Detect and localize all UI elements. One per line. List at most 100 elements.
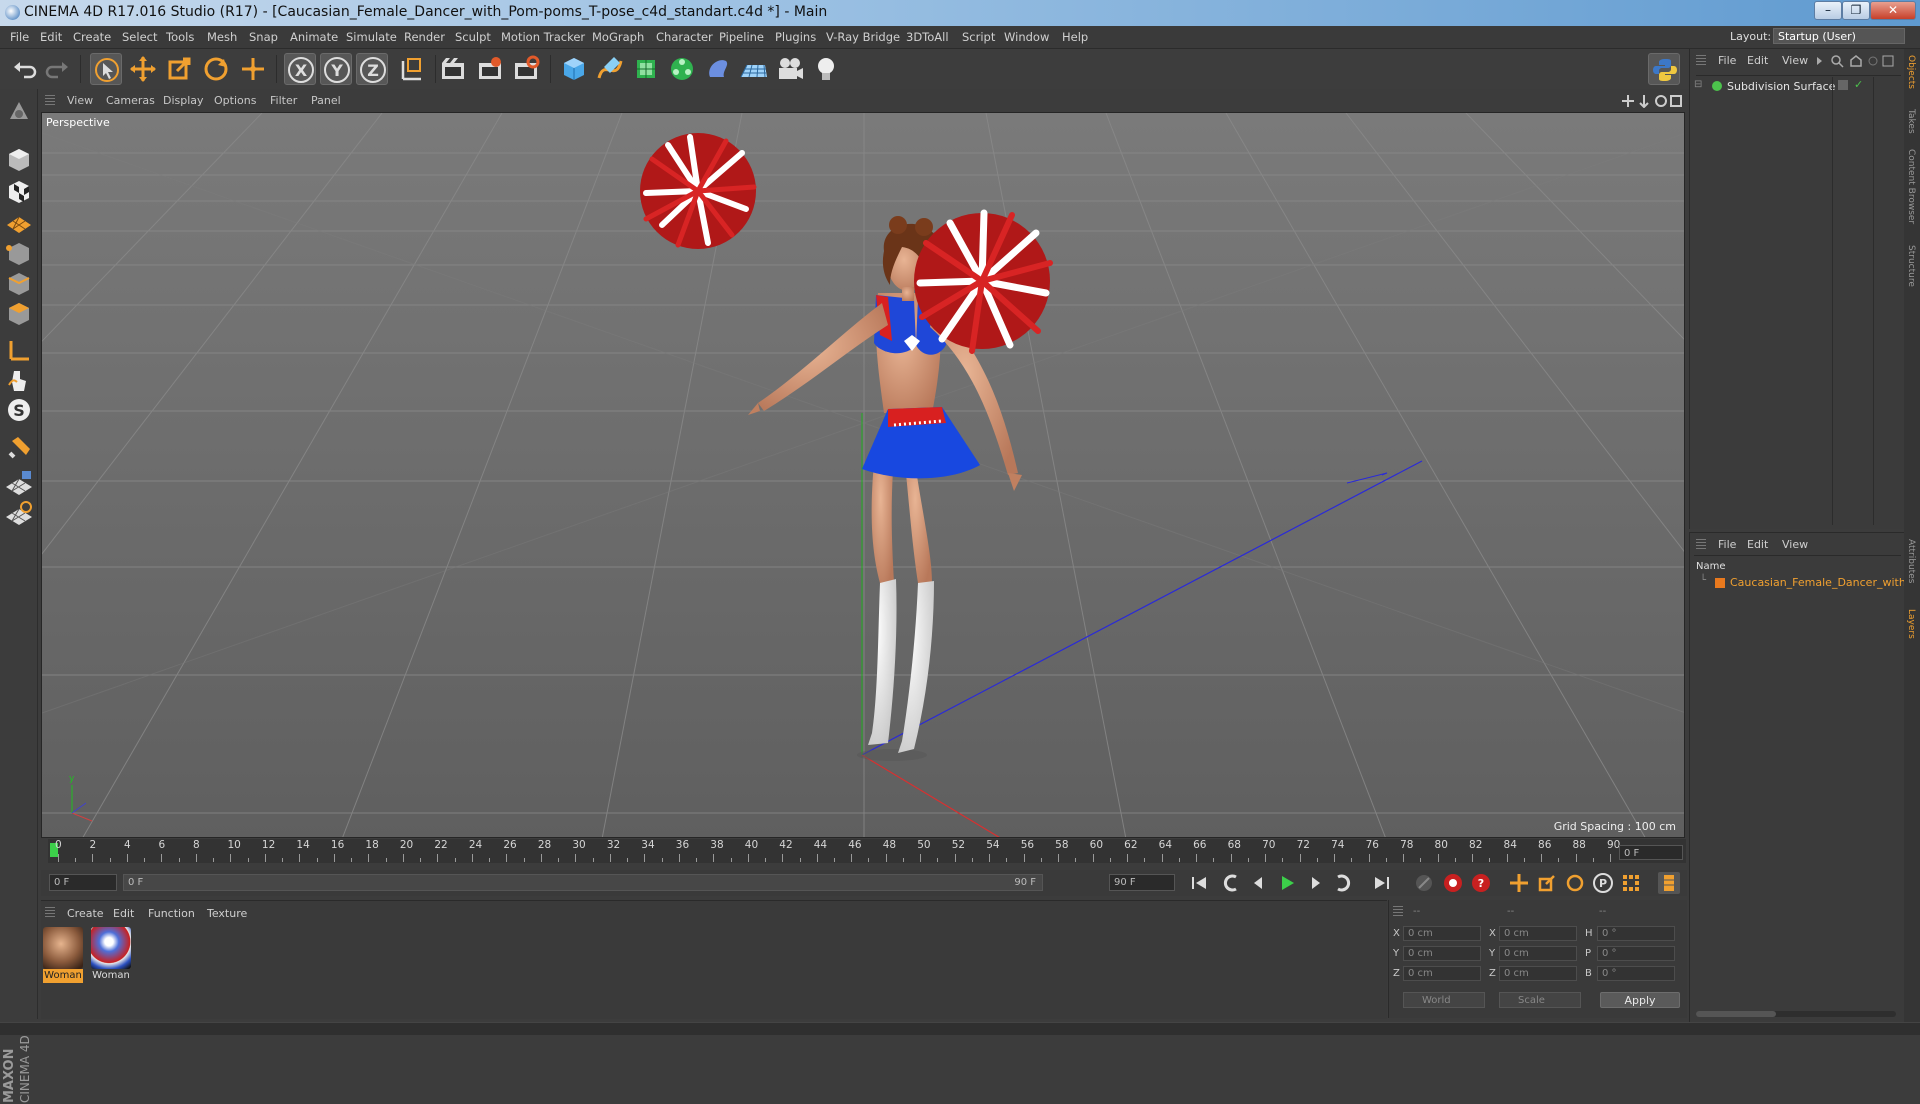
key-position-icon[interactable] bbox=[1508, 872, 1530, 894]
apply-button[interactable]: Apply bbox=[1600, 992, 1680, 1008]
previous-frame-icon[interactable] bbox=[1248, 872, 1270, 894]
end-frame-field[interactable]: 90 F bbox=[1109, 874, 1175, 891]
material-menu-texture[interactable]: Texture bbox=[207, 907, 247, 920]
menu-snap[interactable]: Snap bbox=[249, 30, 278, 44]
position-z-field[interactable]: 0 cm bbox=[1403, 966, 1481, 981]
viewport-menu-filter[interactable]: Filter bbox=[270, 94, 297, 107]
menu-file[interactable]: File bbox=[10, 30, 29, 44]
pen-spline-icon[interactable] bbox=[594, 53, 626, 85]
floor-icon[interactable] bbox=[738, 53, 770, 85]
edit-render-settings-icon[interactable] bbox=[510, 53, 542, 85]
menu-create[interactable]: Create bbox=[73, 30, 111, 44]
viewport-menu-panel[interactable]: Panel bbox=[311, 94, 341, 107]
frame-range-slider[interactable]: 0 F 90 F bbox=[123, 874, 1043, 891]
object-menu-file[interactable]: File bbox=[1718, 54, 1736, 67]
record-icon[interactable] bbox=[1442, 872, 1464, 894]
minimize-button[interactable]: – bbox=[1814, 1, 1842, 20]
size-y-field[interactable]: 0 cm bbox=[1499, 946, 1577, 961]
menu-motion-tracker[interactable]: Motion Tracker bbox=[501, 30, 585, 44]
make-editable-icon[interactable] bbox=[4, 97, 34, 127]
viewport-menu-options[interactable]: Options bbox=[214, 94, 256, 107]
menu-simulate[interactable]: Simulate bbox=[346, 30, 397, 44]
close-button[interactable]: ✕ bbox=[1870, 1, 1916, 20]
python-icon[interactable] bbox=[1648, 53, 1680, 85]
y-axis-icon[interactable]: Y bbox=[320, 53, 352, 85]
texture-mode-icon[interactable] bbox=[4, 177, 34, 207]
key-rotation-icon[interactable] bbox=[1564, 872, 1586, 894]
menu-tools[interactable]: Tools bbox=[166, 30, 194, 44]
tab-layers[interactable]: Layers bbox=[1906, 609, 1916, 639]
undo-icon[interactable] bbox=[8, 53, 40, 85]
menu-edit[interactable]: Edit bbox=[40, 30, 62, 44]
deformer-icon[interactable] bbox=[702, 53, 734, 85]
maximize-button[interactable]: ❐ bbox=[1842, 1, 1870, 20]
model-mode-icon[interactable] bbox=[4, 145, 34, 175]
tab-takes[interactable]: Takes bbox=[1906, 109, 1916, 134]
menu-render[interactable]: Render bbox=[404, 30, 445, 44]
menu-mesh[interactable]: Mesh bbox=[207, 30, 237, 44]
tab-objects[interactable]: Objects bbox=[1906, 55, 1916, 89]
menu-help[interactable]: Help bbox=[1062, 30, 1088, 44]
move-icon[interactable] bbox=[127, 53, 159, 85]
workplane-rotate-icon[interactable] bbox=[4, 499, 34, 529]
snap-icon[interactable]: S bbox=[4, 395, 34, 425]
next-key-icon[interactable] bbox=[1332, 872, 1354, 894]
timeline-ruler[interactable]: 0 2 4 6 8 10 12 14 16 18 20 22 24 26 28 30 32 34 36 38 40 42 4… bbox=[48, 839, 1686, 863]
go-to-end-icon[interactable] bbox=[1371, 872, 1393, 894]
menu-mograph[interactable]: MoGraph bbox=[592, 30, 644, 44]
object-menu-view[interactable]: View bbox=[1782, 54, 1808, 67]
key-parameter-icon[interactable]: P bbox=[1592, 872, 1614, 894]
size-z-field[interactable]: 0 cm bbox=[1499, 966, 1577, 981]
viewport-menu-display[interactable]: Display bbox=[163, 94, 204, 107]
object-manager-tool-icons[interactable] bbox=[1815, 54, 1901, 68]
rotate-icon[interactable] bbox=[200, 53, 232, 85]
play-icon[interactable] bbox=[1276, 872, 1298, 894]
scale-icon[interactable] bbox=[163, 53, 195, 85]
material-menu-function[interactable]: Function bbox=[148, 907, 195, 920]
workplane-mode-icon[interactable] bbox=[4, 207, 34, 237]
object-menu-edit[interactable]: Edit bbox=[1747, 54, 1768, 67]
material-menu-create[interactable]: Create bbox=[67, 907, 104, 920]
layer-menu-file[interactable]: File bbox=[1718, 538, 1736, 551]
tab-content-browser[interactable]: Content Browser bbox=[1906, 149, 1916, 224]
menu-window[interactable]: Window bbox=[1004, 30, 1049, 44]
keyframe-selection-icon[interactable] bbox=[1413, 872, 1435, 894]
menu-vray-bridge[interactable]: V-Ray Bridge bbox=[826, 30, 900, 44]
tab-attributes[interactable]: Attributes bbox=[1906, 539, 1916, 583]
previous-key-icon[interactable] bbox=[1220, 872, 1242, 894]
rotation-h-field[interactable]: 0 ° bbox=[1597, 926, 1675, 941]
menu-select[interactable]: Select bbox=[122, 30, 157, 44]
render-picture-viewer-icon[interactable] bbox=[474, 53, 506, 85]
redo-icon[interactable] bbox=[42, 53, 74, 85]
coordinate-system-icon[interactable] bbox=[395, 53, 427, 85]
menu-plugins[interactable]: Plugins bbox=[775, 30, 816, 44]
size-mode-dropdown[interactable]: Scale bbox=[1499, 992, 1581, 1008]
live-select-icon[interactable] bbox=[237, 53, 269, 85]
menu-script[interactable]: Script bbox=[962, 30, 995, 44]
go-to-start-icon[interactable] bbox=[1188, 872, 1210, 894]
key-scale-icon[interactable] bbox=[1536, 872, 1558, 894]
x-axis-icon[interactable]: X bbox=[284, 53, 316, 85]
expand-toggle-icon[interactable]: ⊟ bbox=[1694, 79, 1702, 90]
viewport-scene[interactable]: y bbox=[42, 113, 1685, 838]
axis-mode-icon[interactable] bbox=[4, 335, 34, 365]
select-arrow-icon[interactable] bbox=[90, 53, 122, 85]
position-y-field[interactable]: 0 cm bbox=[1403, 946, 1481, 961]
magnet-icon[interactable] bbox=[4, 433, 34, 463]
scrollbar-thumb[interactable] bbox=[1696, 1011, 1776, 1017]
material-swatch[interactable]: Woman bbox=[43, 927, 83, 983]
menu-character[interactable]: Character bbox=[656, 30, 713, 44]
start-frame-field[interactable]: 0 F bbox=[49, 874, 117, 891]
layer-menu-view[interactable]: View bbox=[1782, 538, 1808, 551]
rotation-p-field[interactable]: 0 ° bbox=[1597, 946, 1675, 961]
material-swatch[interactable]: Woman bbox=[91, 927, 131, 983]
workplane-lock-icon[interactable] bbox=[4, 469, 34, 499]
next-frame-icon[interactable] bbox=[1304, 872, 1326, 894]
camera-icon[interactable] bbox=[774, 53, 806, 85]
tab-structure[interactable]: Structure bbox=[1906, 245, 1916, 287]
viewport-menu-view[interactable]: View bbox=[67, 94, 93, 107]
size-x-field[interactable]: 0 cm bbox=[1499, 926, 1577, 941]
render-view-icon[interactable] bbox=[437, 53, 469, 85]
tweak-mode-icon[interactable] bbox=[4, 365, 34, 395]
menu-3dtoall[interactable]: 3DToAll bbox=[906, 30, 949, 44]
